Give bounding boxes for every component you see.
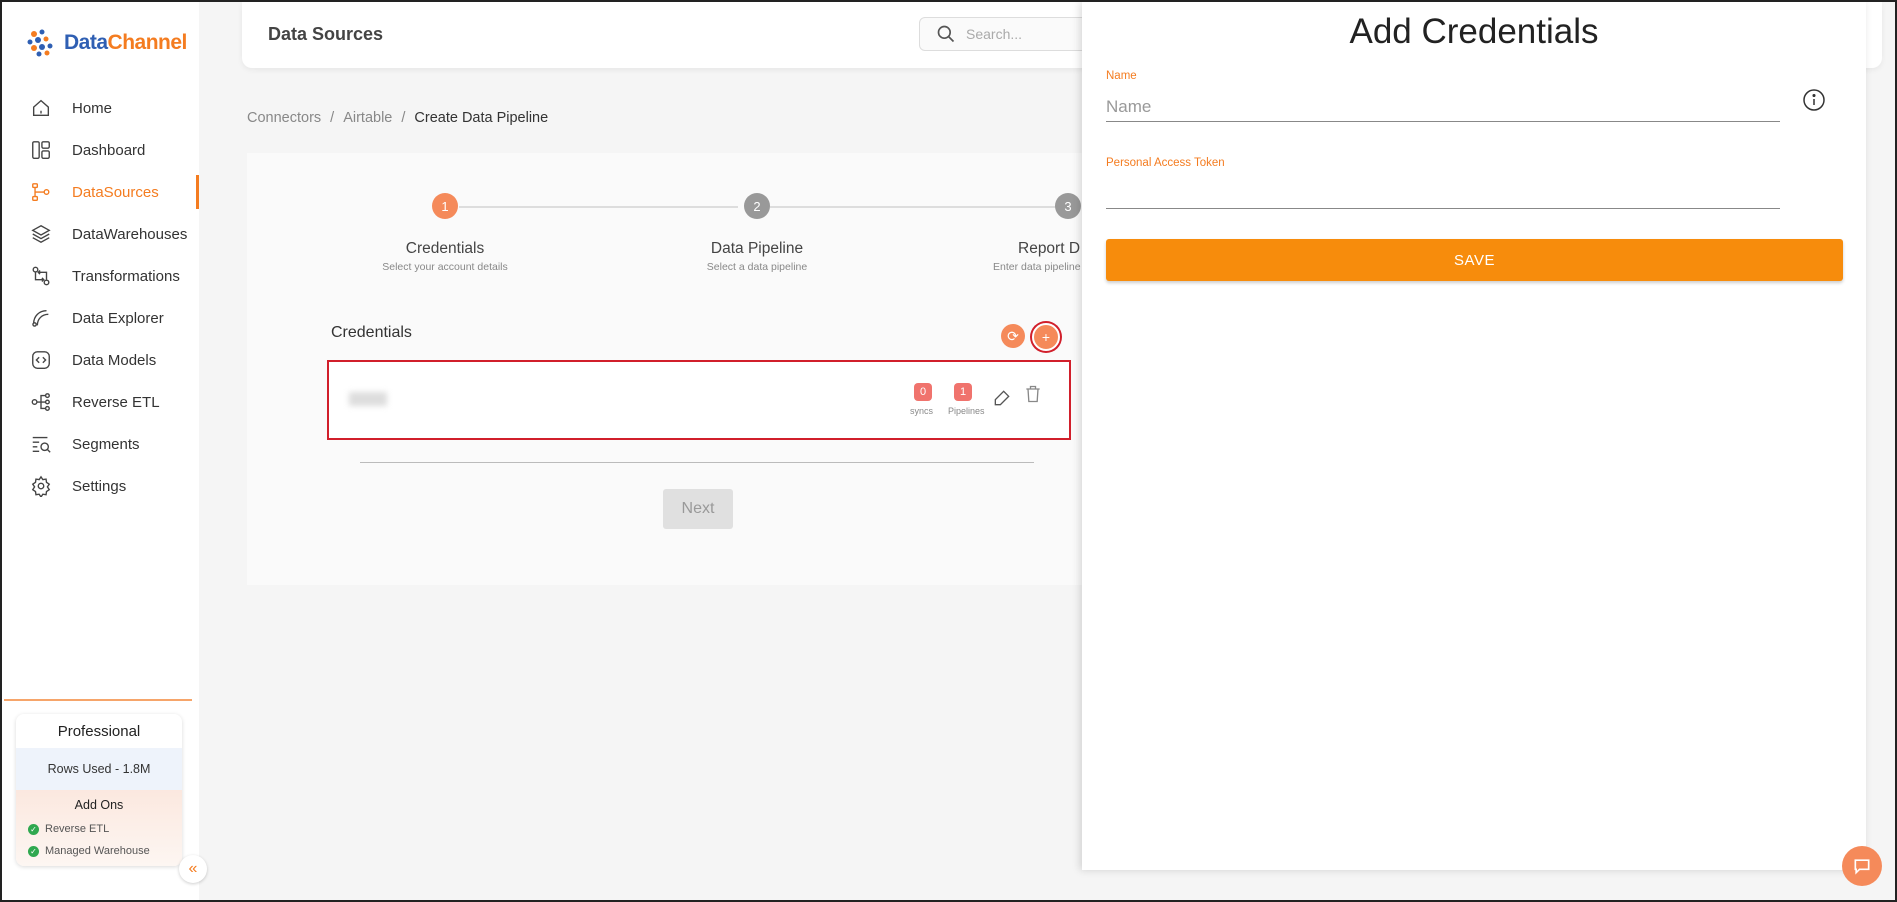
sidebar-item-dashboard[interactable]: Dashboard xyxy=(2,129,199,171)
step-3-indicator[interactable]: 3 xyxy=(1055,193,1081,219)
syncs-label: syncs xyxy=(910,406,934,416)
credentials-title: Credentials xyxy=(331,324,412,341)
step-2-subtitle: Select a data pipeline xyxy=(706,261,808,273)
chat-icon xyxy=(1854,859,1870,875)
step-2-indicator[interactable]: 2 xyxy=(744,193,770,219)
explorer-icon xyxy=(30,307,52,329)
sidebar-item-settings[interactable]: Settings xyxy=(2,465,199,507)
sidebar-item-label: Data Models xyxy=(72,351,157,369)
sidebar: DataChannel Home Dashboard DataSources D… xyxy=(2,2,199,900)
gear-icon xyxy=(30,475,52,497)
models-icon xyxy=(30,349,52,371)
logo-icon xyxy=(24,26,58,60)
segments-icon xyxy=(30,433,52,455)
layers-icon xyxy=(30,223,52,245)
sidebar-item-label: Dashboard xyxy=(72,141,146,159)
check-icon: ✓ xyxy=(28,845,39,857)
add-credential-button[interactable]: + xyxy=(1032,323,1060,351)
sidebar-nav: Home Dashboard DataSources DataWarehouse… xyxy=(2,87,199,507)
page-title: Data Sources xyxy=(268,24,384,44)
plan-divider xyxy=(4,699,192,701)
info-icon[interactable] xyxy=(1802,88,1826,112)
breadcrumb-separator: / xyxy=(330,110,335,126)
edit-icon[interactable] xyxy=(992,388,1012,408)
addon-item: ✓ Managed Warehouse xyxy=(16,840,182,862)
breadcrumb-separator: / xyxy=(401,110,406,126)
refresh-button[interactable]: ⟳ xyxy=(1001,324,1025,348)
sidebar-item-datasources[interactable]: DataSources xyxy=(2,171,199,213)
sidebar-item-data-explorer[interactable]: Data Explorer xyxy=(2,297,199,339)
chat-button[interactable] xyxy=(1842,846,1882,886)
drawer-title: Add Credentials xyxy=(1349,12,1599,51)
addon-item: ✓ Reverse ETL xyxy=(16,818,182,840)
save-button[interactable]: SAVE xyxy=(1106,239,1843,281)
plan-name: Professional xyxy=(57,722,141,740)
name-field[interactable] xyxy=(1106,92,1780,122)
stepper-connector xyxy=(459,206,738,208)
dashboard-icon xyxy=(30,139,52,161)
section-divider xyxy=(360,462,1034,463)
sidebar-item-segments[interactable]: Segments xyxy=(2,423,199,465)
trash-icon[interactable] xyxy=(1023,384,1043,404)
syncs-count-badge: 0 xyxy=(914,383,932,401)
transform-icon xyxy=(30,265,52,287)
addon-label: Reverse ETL xyxy=(45,823,110,835)
stepper-connector xyxy=(770,206,1060,208)
search-placeholder: Search... xyxy=(966,26,1023,42)
token-label: Personal Access Token xyxy=(1106,157,1225,169)
sidebar-item-label: DataWarehouses xyxy=(72,225,188,243)
sidebar-item-data-models[interactable]: Data Models xyxy=(2,339,199,381)
sidebar-item-transformations[interactable]: Transformations xyxy=(2,255,199,297)
name-label: Name xyxy=(1106,70,1137,82)
logo[interactable]: DataChannel xyxy=(24,26,187,60)
double-chevron-left-icon: « xyxy=(188,860,198,877)
plus-icon: + xyxy=(1041,329,1051,345)
sidebar-item-label: Data Explorer xyxy=(72,309,164,327)
step-1-subtitle: Select your account details xyxy=(382,261,508,273)
refresh-icon: ⟳ xyxy=(1007,327,1019,344)
breadcrumb-connectors[interactable]: Connectors xyxy=(247,110,321,126)
next-button[interactable]: Next xyxy=(663,489,733,529)
datasources-icon xyxy=(30,181,52,203)
pipelines-label: Pipelines xyxy=(948,406,985,416)
add-credentials-drawer: Add Credentials Name Personal Access Tok… xyxy=(1082,2,1866,870)
step-2-title: Data Pipeline xyxy=(710,240,804,257)
logo-text: DataChannel xyxy=(64,31,187,55)
sidebar-item-home[interactable]: Home xyxy=(2,87,199,129)
reverse-etl-icon xyxy=(30,391,52,413)
step-1-title: Credentials xyxy=(405,240,485,257)
logo-text-channel: Channel xyxy=(107,31,188,54)
breadcrumb-airtable[interactable]: Airtable xyxy=(343,110,392,126)
credential-name-redacted xyxy=(349,392,387,406)
sidebar-item-label: Home xyxy=(72,99,113,117)
logo-text-data: Data xyxy=(64,31,108,54)
home-icon xyxy=(30,97,52,119)
breadcrumb: Connectors / Airtable / Create Data Pipe… xyxy=(247,110,548,126)
plan-card: Professional Rows Used - 1.8M Add Ons ✓ … xyxy=(16,714,182,866)
sidebar-item-reverse-etl[interactable]: Reverse ETL xyxy=(2,381,199,423)
sidebar-item-label: DataSources xyxy=(72,183,159,201)
addons-title: Add Ons xyxy=(74,798,124,812)
collapse-sidebar-button[interactable]: « xyxy=(179,855,207,883)
sidebar-item-label: Settings xyxy=(72,477,127,495)
step-1-indicator[interactable]: 1 xyxy=(432,193,458,219)
breadcrumb-current: Create Data Pipeline xyxy=(414,110,549,126)
addons-section: Add Ons ✓ Reverse ETL ✓ Managed Warehous… xyxy=(16,790,182,866)
rows-used: Rows Used - 1.8M xyxy=(16,748,182,790)
pipelines-count-badge: 1 xyxy=(954,383,972,401)
credential-row[interactable]: 0 syncs 1 Pipelines xyxy=(327,360,1071,440)
personal-access-token-field[interactable] xyxy=(1106,179,1780,209)
sidebar-item-label: Reverse ETL xyxy=(72,393,160,411)
check-icon: ✓ xyxy=(28,823,39,835)
search-icon xyxy=(937,25,955,43)
sidebar-item-label: Segments xyxy=(72,435,140,453)
sidebar-item-datawarehouses[interactable]: DataWarehouses xyxy=(2,213,199,255)
addon-label: Managed Warehouse xyxy=(45,845,150,857)
sidebar-item-label: Transformations xyxy=(72,267,180,285)
